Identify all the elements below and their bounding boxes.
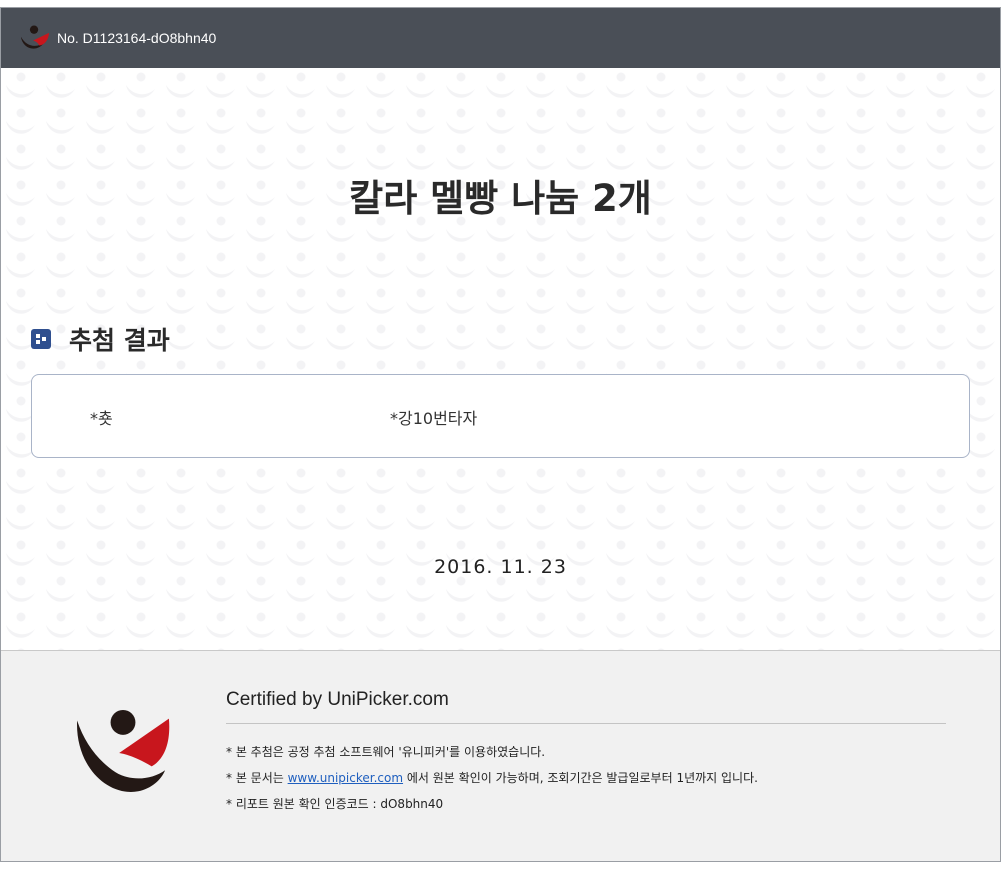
- winner-name: *춋: [90, 409, 113, 428]
- draw-date: 2016. 11. 23: [434, 556, 567, 578]
- certified-title: Certified by UniPicker.com: [226, 689, 449, 710]
- note-software: * 본 추첨은 공정 추첨 소프트웨어 '유니피커'를 이용하였습니다.: [226, 745, 546, 759]
- unipicker-logo-icon: [20, 25, 50, 49]
- note-verify: * 본 문서는 www.unipicker.com 에서 원본 확인이 가능하며…: [226, 765, 758, 791]
- dice-square-icon: [31, 329, 51, 349]
- result-box: *춋 *강10번타자: [31, 374, 970, 458]
- unipicker-link[interactable]: www.unipicker.com: [288, 771, 403, 785]
- footer: Certified by UniPicker.com * 본 추첨은 공정 추첨…: [1, 650, 1000, 861]
- note-verify-prefix: * 본 문서는: [226, 771, 288, 785]
- unipicker-logo-icon: [77, 709, 170, 792]
- note-verify-suffix: 에서 원본 확인이 가능하며, 조회기간은 발급일로부터 1년까지 입니다.: [403, 771, 758, 785]
- winner-name: *강10번타자: [390, 409, 478, 428]
- document-number: No. D1123164-dO8bhn40: [57, 30, 217, 46]
- notes: * 본 추첨은 공정 추첨 소프트웨어 '유니피커'를 이용하였습니다. * 본…: [226, 739, 758, 817]
- page-title: 칼라 멜빵 나눔 2개: [349, 177, 652, 220]
- note-auth-code: * 리포트 원본 확인 인증코드 : dO8bhn40: [226, 797, 444, 811]
- top-bar: No. D1123164-dO8bhn40: [1, 8, 1000, 68]
- certificate-body: 칼라 멜빵 나눔 2개 추첨 결과 *춋 *강10번타자 2016. 11. 2…: [1, 68, 1000, 650]
- section-header: 추첨 결과: [31, 321, 170, 357]
- section-label: 추첨 결과: [69, 326, 170, 355]
- divider: [226, 723, 946, 724]
- certificate-frame: No. D1123164-dO8bhn40 칼라 멜빵 나눔 2개 추첨 결과: [0, 7, 1001, 862]
